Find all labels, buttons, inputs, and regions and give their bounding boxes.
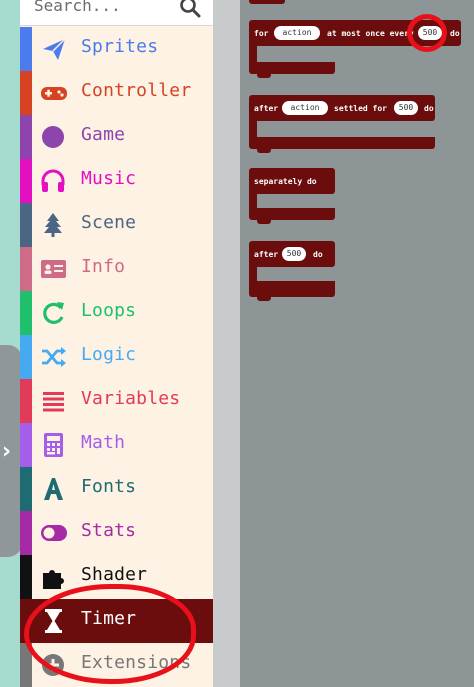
list-icon <box>43 392 64 412</box>
block-c-bottom <box>249 281 335 297</box>
category-sprites[interactable]: Sprites <box>20 27 213 71</box>
for-every-block[interactable]: for action at most once every 500 do <box>249 20 461 46</box>
category-color-bar <box>20 335 32 379</box>
category-color-bar <box>20 423 32 467</box>
block-connector <box>257 220 271 224</box>
refresh-icon <box>43 302 64 324</box>
category-color-bar <box>20 643 32 687</box>
block-c-arm <box>249 44 257 64</box>
block-keyword: after <box>254 250 279 259</box>
category-color-bar <box>20 467 32 511</box>
category-label: Loops <box>81 300 137 321</box>
after-do-block[interactable]: after 500 do <box>249 241 335 267</box>
separately-do-block[interactable]: separately do <box>249 168 335 194</box>
category-game[interactable]: Game <box>20 115 213 159</box>
circle-icon <box>42 126 64 148</box>
id-card-icon <box>41 260 66 278</box>
block-keyword: do <box>424 104 434 113</box>
category-variables[interactable]: Variables <box>20 379 213 423</box>
block-text: settled for <box>334 104 387 113</box>
category-color-bar <box>20 27 32 71</box>
category-controller[interactable]: Controller <box>20 71 213 115</box>
category-color-bar <box>20 599 32 643</box>
category-label: Controller <box>81 80 192 101</box>
toolbox: Sprites Controller Game Music Scene Info… <box>20 0 213 687</box>
category-label: Scene <box>81 212 137 233</box>
chevron-right-icon: › <box>2 439 12 464</box>
headphones-icon <box>41 169 65 192</box>
interval-value-field[interactable]: 500 <box>418 26 442 40</box>
collapse-tab[interactable]: › <box>0 345 22 557</box>
category-color-bar <box>20 203 32 247</box>
block-keyword: do <box>313 250 323 259</box>
block-keyword: after <box>254 104 279 113</box>
category-label: Math <box>81 432 126 453</box>
block-c-bottom <box>249 62 335 74</box>
category-color-bar <box>20 555 32 599</box>
category-color-bar <box>20 379 32 423</box>
block-workspace: for action at most once every 500 do aft… <box>240 0 474 687</box>
category-loops[interactable]: Loops <box>20 291 213 335</box>
delay-value-field[interactable]: 500 <box>282 247 306 261</box>
category-math[interactable]: Math <box>20 423 213 467</box>
puzzle-icon <box>43 570 64 589</box>
category-stats[interactable]: Stats <box>20 511 213 555</box>
search-icon[interactable] <box>178 0 202 19</box>
category-timer[interactable]: Timer <box>20 599 213 643</box>
category-label: Game <box>81 124 126 145</box>
category-label: Logic <box>81 344 137 365</box>
category-music[interactable]: Music <box>20 159 213 203</box>
toggle-icon <box>41 525 67 541</box>
block-connector <box>257 297 271 301</box>
shuffle-icon <box>42 347 66 367</box>
variable-dropdown[interactable]: action <box>274 26 320 40</box>
block-keyword: separately do <box>254 177 317 186</box>
variable-dropdown[interactable]: action <box>282 101 328 115</box>
block-keyword: for <box>254 29 269 38</box>
category-label: Fonts <box>81 476 137 497</box>
block-c-bottom <box>249 137 435 149</box>
block-text: at most once every <box>327 29 414 38</box>
search-box <box>20 0 213 26</box>
category-fonts[interactable]: Fonts <box>20 467 213 511</box>
block-c-arm <box>249 119 257 139</box>
category-shader[interactable]: Shader <box>20 555 213 599</box>
tree-icon <box>44 213 62 237</box>
after-settled-block[interactable]: after action settled for 500 do <box>249 95 435 121</box>
category-label: Sprites <box>81 36 159 57</box>
category-label: Info <box>81 256 126 277</box>
category-label: Shader <box>81 564 148 585</box>
category-label: Extensions <box>81 652 192 673</box>
paper-plane-icon <box>43 38 66 60</box>
block-connector <box>257 149 271 153</box>
block-c-bottom <box>249 208 335 220</box>
category-color-bar <box>20 71 32 115</box>
category-color-bar <box>20 159 32 203</box>
plus-circle-icon <box>42 654 64 676</box>
category-color-bar <box>20 291 32 335</box>
category-info[interactable]: Info <box>20 247 213 291</box>
category-label: Stats <box>81 520 137 541</box>
category-label: Timer <box>81 608 137 629</box>
category-extensions[interactable]: Extensions <box>20 643 213 687</box>
gamepad-icon <box>41 87 67 100</box>
hourglass-icon <box>45 609 62 633</box>
category-label: Music <box>81 168 137 189</box>
settle-value-field[interactable]: 500 <box>394 101 418 115</box>
font-icon <box>44 478 63 500</box>
block-connector <box>257 74 271 78</box>
block-keyword: do <box>450 29 460 38</box>
category-color-bar <box>20 511 32 555</box>
flyout-gutter <box>213 0 240 687</box>
category-color-bar <box>20 115 32 159</box>
partial-block <box>249 0 285 4</box>
category-label: Variables <box>81 388 181 409</box>
category-logic[interactable]: Logic <box>20 335 213 379</box>
left-edge-strip <box>0 0 20 687</box>
category-scene[interactable]: Scene <box>20 203 213 247</box>
calculator-icon <box>44 433 63 457</box>
category-color-bar <box>20 247 32 291</box>
search-input[interactable] <box>34 0 174 16</box>
